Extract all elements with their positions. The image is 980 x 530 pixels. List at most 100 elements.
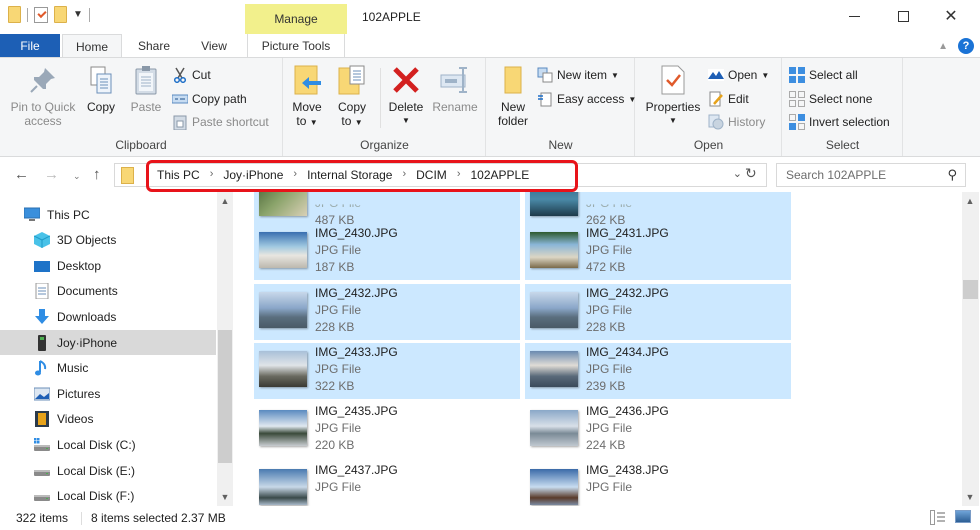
sidebar-scroll-thumb[interactable] (218, 330, 232, 463)
new-group: New folder New item ▼ Easy access ▼ New (487, 58, 636, 156)
image-thumbnail (530, 351, 578, 387)
properties-icon[interactable] (34, 6, 48, 23)
file-tile[interactable]: IMG_2430.JPG JPG File 187 KB (254, 224, 520, 280)
edit-button[interactable]: Edit (708, 89, 749, 109)
tab-share[interactable]: Share (124, 34, 184, 58)
help-area: ▲ ? (938, 38, 974, 54)
file-list-scrollbar[interactable]: ▲ ▼ (962, 192, 979, 506)
search-icon[interactable]: ⚲ (947, 167, 957, 183)
refresh-icon[interactable]: ↻ (745, 165, 757, 182)
scroll-down-icon[interactable]: ▼ (217, 492, 233, 502)
open-button[interactable]: Open ▼ (708, 65, 769, 85)
move-to-label-line1: Move (292, 100, 322, 114)
file-tile[interactable]: IMG_2434.JPG JPG File 239 KB (525, 343, 791, 399)
file-tile[interactable]: IMG_2432.JPG JPG File 228 KB (254, 284, 520, 340)
file-list-scroll-thumb[interactable] (963, 280, 978, 299)
paste-button[interactable]: Paste (126, 64, 166, 114)
file-tile[interactable]: IMG_2432.JPG JPG File 228 KB (525, 284, 791, 340)
maximize-button[interactable] (880, 0, 926, 32)
file-name: IMG_2432.JPG (586, 286, 669, 300)
easy-access-label: Easy access (557, 92, 625, 106)
details-view-icon[interactable] (930, 510, 946, 525)
select-none-button[interactable]: Select none (789, 89, 872, 109)
sidebar-item-documents[interactable]: Documents (0, 279, 216, 304)
properties-button[interactable]: Properties ▼ (642, 64, 704, 128)
sidebar-item-local-disk-f[interactable]: Local Disk (F:) (0, 484, 216, 509)
address-history-dropdown-icon[interactable]: ⌄ (733, 167, 742, 180)
back-arrow-icon[interactable]: ← (14, 166, 29, 183)
rename-button[interactable]: Rename (430, 64, 480, 114)
folder-icon[interactable] (8, 6, 21, 23)
scroll-down-icon[interactable]: ▼ (962, 492, 978, 502)
sidebar-item-local-disk-e[interactable]: Local Disk (E:) (0, 458, 216, 483)
manage-context-tab[interactable]: Manage (245, 4, 347, 34)
pin-to-quick-access-button[interactable]: Pin to Quick access (6, 64, 80, 128)
close-button[interactable]: ✕ (928, 0, 974, 32)
delete-button[interactable]: Delete ▼ (384, 64, 428, 128)
new-folder-label-line1: New (500, 100, 525, 114)
file-tile[interactable]: IMG_2437.JPG JPG File (254, 461, 520, 506)
file-tile[interactable]: IMG_2438.JPG JPG File (525, 461, 791, 506)
sidebar-item-downloads[interactable]: Downloads (0, 304, 216, 329)
help-icon[interactable]: ? (958, 38, 974, 54)
pin-label-line2: access (24, 114, 62, 128)
file-type: JPG File (315, 421, 362, 435)
new-item-button[interactable]: New item ▼ (537, 65, 619, 85)
tab-file[interactable]: File (0, 34, 60, 58)
tab-home[interactable]: Home (62, 34, 122, 58)
file-tile[interactable]: IMG_2431.JPG JPG File 472 KB (525, 224, 791, 280)
tab-picture-tools[interactable]: Picture Tools (247, 34, 345, 58)
drive-icon (34, 463, 50, 479)
select-all-button[interactable]: Select all (789, 65, 858, 85)
sidebar-scrollbar[interactable]: ▲ ▼ (217, 192, 233, 506)
edit-label: Edit (728, 92, 749, 106)
large-icons-view-icon[interactable] (955, 510, 971, 523)
forward-arrow-icon[interactable]: → (44, 166, 59, 183)
properties-icon (657, 64, 689, 96)
image-thumbnail (530, 192, 578, 216)
file-name: IMG_2431.JPG (586, 226, 669, 240)
dropdown-arrow-icon: ▼ (761, 70, 770, 80)
pin-label-line1: Pin to Quick (10, 100, 76, 114)
open-group-label: Open (693, 138, 724, 152)
up-arrow-icon[interactable]: ↑ (93, 166, 101, 183)
file-tile[interactable]: IMG_2433.JPG JPG File 322 KB (254, 343, 520, 399)
cut-button[interactable]: Cut (172, 65, 211, 85)
file-tile[interactable]: IMG_2436.JPG JPG File 224 KB (525, 402, 791, 458)
file-tile[interactable]: IMG_2435.JPG JPG File 220 KB (254, 402, 520, 458)
easy-access-button[interactable]: Easy access ▼ (537, 89, 636, 109)
new-folder-icon[interactable] (54, 6, 67, 23)
search-input[interactable]: Search 102APPLE ⚲ (776, 163, 966, 187)
recent-locations-chevron-icon[interactable]: ⌄ (73, 171, 81, 182)
sidebar-item-joy-iphone[interactable]: Joy·iPhone (0, 330, 216, 355)
sidebar-item-local-disk-c[interactable]: Local Disk (C:) (0, 432, 216, 457)
minimize-ribbon-icon[interactable]: ▲ (938, 41, 948, 52)
minimize-button[interactable] (831, 0, 877, 32)
sidebar-item-this-pc[interactable]: This PC (0, 202, 216, 227)
sidebar-item-videos[interactable]: Videos (0, 407, 216, 432)
copy-to-button[interactable]: Copy to ▼ (333, 64, 371, 130)
downloads-icon (34, 308, 50, 325)
history-button[interactable]: History (708, 112, 765, 132)
copy-button[interactable]: Copy (82, 64, 120, 114)
sidebar-item-3d-objects[interactable]: 3D Objects (0, 228, 216, 253)
scroll-up-icon[interactable]: ▲ (217, 196, 233, 206)
invert-selection-button[interactable]: Invert selection (789, 112, 890, 132)
customize-toolbar-dropdown-icon[interactable]: ▼ (73, 9, 83, 20)
scroll-up-icon[interactable]: ▲ (962, 196, 978, 206)
tab-view[interactable]: View (184, 34, 244, 58)
dropdown-arrow-icon: ▼ (611, 70, 619, 80)
paste-shortcut-button[interactable]: Paste shortcut (172, 112, 269, 132)
copy-path-label: Copy path (192, 92, 247, 106)
move-to-button[interactable]: Move to ▼ (288, 64, 326, 130)
sidebar-item-desktop[interactable]: Desktop (0, 253, 216, 278)
sidebar-item-label: Local Disk (E:) (57, 463, 136, 478)
sidebar-item-pictures[interactable]: Pictures (0, 381, 216, 406)
3d-objects-icon (33, 232, 51, 249)
new-folder-button[interactable]: New folder (491, 64, 535, 128)
copy-path-button[interactable]: Copy path (171, 89, 247, 109)
file-type: JPG File (586, 362, 633, 376)
selection-info: 8 items selected 2.37 MB (91, 511, 226, 525)
sidebar-item-music[interactable]: Music (0, 356, 216, 381)
clipboard-group: Pin to Quick access Copy Paste Cut Copy … (0, 58, 283, 156)
